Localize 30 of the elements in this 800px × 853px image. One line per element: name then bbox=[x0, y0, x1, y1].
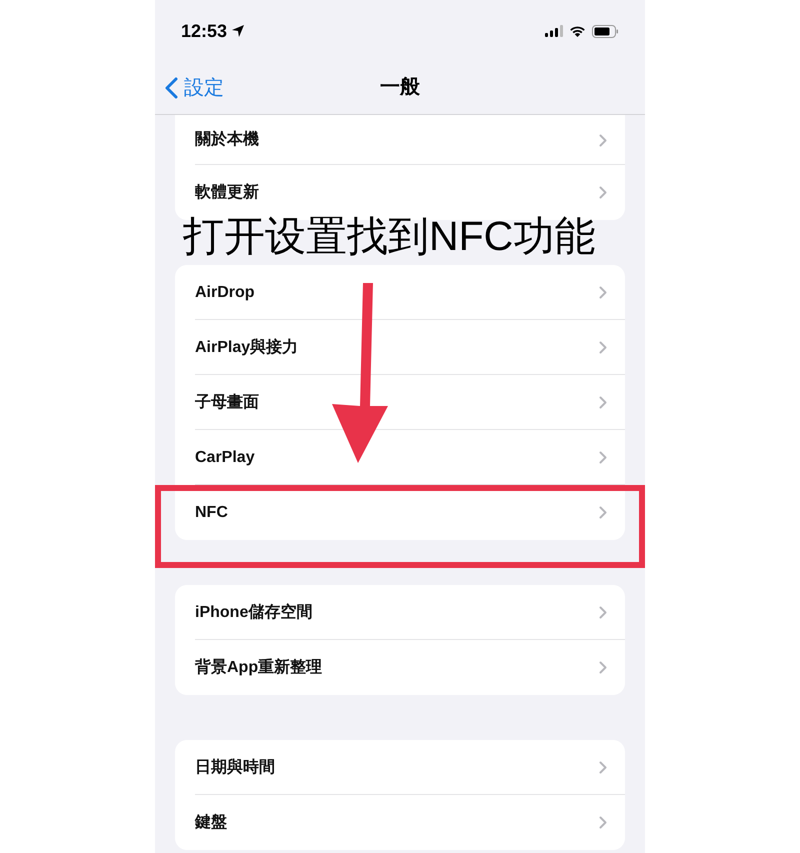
chevron-icon bbox=[599, 661, 607, 674]
settings-row[interactable]: AirDrop bbox=[175, 265, 625, 320]
chevron-icon bbox=[599, 396, 607, 409]
settings-row[interactable]: NFC bbox=[175, 485, 625, 540]
settings-row[interactable]: 子母畫面 bbox=[175, 375, 625, 430]
settings-row[interactable]: AirPlay與接力 bbox=[175, 320, 625, 375]
chevron-icon bbox=[599, 341, 607, 354]
chevron-icon bbox=[599, 186, 607, 199]
settings-row[interactable]: 關於本機 bbox=[175, 115, 625, 165]
settings-row[interactable]: CarPlay bbox=[175, 430, 625, 485]
chevron-icon bbox=[599, 286, 607, 299]
annotation-caption: 打开设置找到NFC功能 bbox=[183, 212, 596, 261]
chevron-icon bbox=[599, 816, 607, 829]
settings-row[interactable]: 背景App重新整理 bbox=[175, 640, 625, 695]
back-chevron-icon bbox=[165, 77, 178, 99]
chevron-icon bbox=[599, 761, 607, 774]
status-time: 12:53 bbox=[181, 20, 228, 42]
nav-title: 一般 bbox=[380, 75, 420, 100]
location-arrow-icon bbox=[231, 24, 246, 38]
signal-icon bbox=[545, 25, 563, 37]
chevron-icon bbox=[599, 451, 607, 464]
settings-row[interactable]: iPhone儲存空間 bbox=[175, 585, 625, 640]
chevron-icon bbox=[599, 506, 607, 519]
chevron-icon bbox=[599, 134, 607, 146]
chevron-icon bbox=[599, 606, 607, 619]
wifi-icon bbox=[569, 25, 586, 37]
battery-icon bbox=[592, 24, 619, 38]
back-button[interactable]: 設定 bbox=[165, 73, 224, 103]
settings-row[interactable]: 鍵盤 bbox=[175, 795, 625, 850]
settings-row[interactable]: 日期與時間 bbox=[175, 740, 625, 795]
